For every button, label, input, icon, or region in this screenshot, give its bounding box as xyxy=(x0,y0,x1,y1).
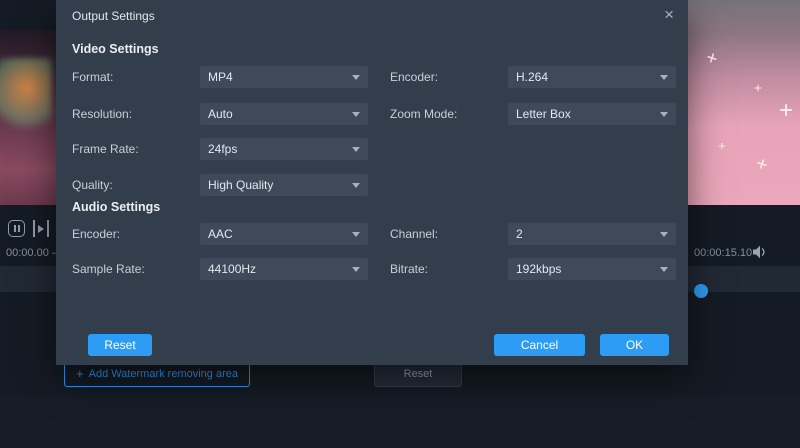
frame-step-button[interactable] xyxy=(33,220,49,237)
bitrate-select[interactable]: 192kbps xyxy=(508,258,676,280)
chevron-down-icon xyxy=(660,112,668,117)
audio-encoder-select[interactable]: AAC xyxy=(200,223,368,245)
frame-rate-select[interactable]: 24fps xyxy=(200,138,368,160)
sparkle-icon xyxy=(755,85,762,92)
timeline-handle[interactable] xyxy=(694,284,708,298)
chevron-down-icon xyxy=(352,232,360,237)
pause-button[interactable] xyxy=(8,220,25,237)
sample-rate-select[interactable]: 44100Hz xyxy=(200,258,368,280)
video-settings-heading: Video Settings xyxy=(72,42,159,56)
cancel-button[interactable]: Cancel xyxy=(494,334,585,356)
video-preview-left xyxy=(0,30,56,205)
zoom-mode-label: Zoom Mode: xyxy=(390,103,457,125)
frame-rate-value: 24fps xyxy=(208,142,237,156)
duration-time: 00:00:15.10 xyxy=(694,247,752,259)
encoder-label: Encoder: xyxy=(390,66,438,88)
sparkle-icon xyxy=(756,158,768,170)
dialog-title: Output Settings xyxy=(72,9,155,23)
zoom-mode-value: Letter Box xyxy=(516,107,571,121)
sample-rate-bitrate-row: Sample Rate: 44100Hz Bitrate: 192kbps xyxy=(56,258,688,280)
ok-button[interactable]: OK xyxy=(600,334,669,356)
sample-rate-value: 44100Hz xyxy=(208,262,256,276)
sparkle-icon xyxy=(719,143,726,150)
quality-value: High Quality xyxy=(208,178,273,192)
add-watermark-area-label: Add Watermark removing area xyxy=(89,368,238,380)
output-settings-dialog: Output Settings × Video Settings Format:… xyxy=(56,0,688,365)
sparkle-icon xyxy=(706,52,718,64)
sample-rate-label: Sample Rate: xyxy=(72,258,145,280)
audio-encoder-channel-row: Encoder: AAC Channel: 2 xyxy=(56,223,688,245)
encoder-value: H.264 xyxy=(516,70,548,84)
resolution-label: Resolution: xyxy=(72,103,132,125)
format-select[interactable]: MP4 xyxy=(200,66,368,88)
resolution-select[interactable]: Auto xyxy=(200,103,368,125)
chevron-down-icon xyxy=(660,75,668,80)
channel-select[interactable]: 2 xyxy=(508,223,676,245)
elapsed-time: 00:00.00 — xyxy=(6,247,63,259)
chevron-down-icon xyxy=(660,267,668,272)
format-label: Format: xyxy=(72,66,113,88)
volume-icon[interactable] xyxy=(752,245,768,264)
format-value: MP4 xyxy=(208,70,233,84)
resolution-zoom-row: Resolution: Auto Zoom Mode: Letter Box xyxy=(56,103,688,125)
channel-label: Channel: xyxy=(390,223,438,245)
chevron-down-icon xyxy=(352,147,360,152)
frame-rate-row: Frame Rate: 24fps xyxy=(56,138,688,160)
audio-settings-heading: Audio Settings xyxy=(72,200,160,214)
chevron-down-icon xyxy=(352,183,360,188)
footer-bar: Untitled desig...eWatermark.mp4 Output: … xyxy=(0,394,800,448)
plus-icon: + xyxy=(76,368,84,379)
close-icon[interactable]: × xyxy=(664,5,674,25)
channel-value: 2 xyxy=(516,227,523,241)
chevron-down-icon xyxy=(660,232,668,237)
audio-encoder-label: Encoder: xyxy=(72,223,120,245)
quality-row: Quality: High Quality xyxy=(56,174,688,196)
video-preview-right xyxy=(688,0,800,205)
sparkle-icon xyxy=(780,104,792,116)
chevron-down-icon xyxy=(352,112,360,117)
zoom-mode-select[interactable]: Letter Box xyxy=(508,103,676,125)
chevron-down-icon xyxy=(352,75,360,80)
frame-rate-label: Frame Rate: xyxy=(72,138,139,160)
bitrate-label: Bitrate: xyxy=(390,258,428,280)
quality-label: Quality: xyxy=(72,174,113,196)
timeline-track-left[interactable] xyxy=(0,266,56,292)
audio-encoder-value: AAC xyxy=(208,227,233,241)
resolution-value: Auto xyxy=(208,107,233,121)
app-window: 00:00.00 — 00:00:15.10 + Add Watermark r… xyxy=(0,0,800,448)
bitrate-value: 192kbps xyxy=(516,262,561,276)
encoder-select[interactable]: H.264 xyxy=(508,66,676,88)
format-encoder-row: Format: MP4 Encoder: H.264 xyxy=(56,66,688,88)
reset-button[interactable]: Reset xyxy=(88,334,152,356)
chevron-down-icon xyxy=(352,267,360,272)
quality-select[interactable]: High Quality xyxy=(200,174,368,196)
